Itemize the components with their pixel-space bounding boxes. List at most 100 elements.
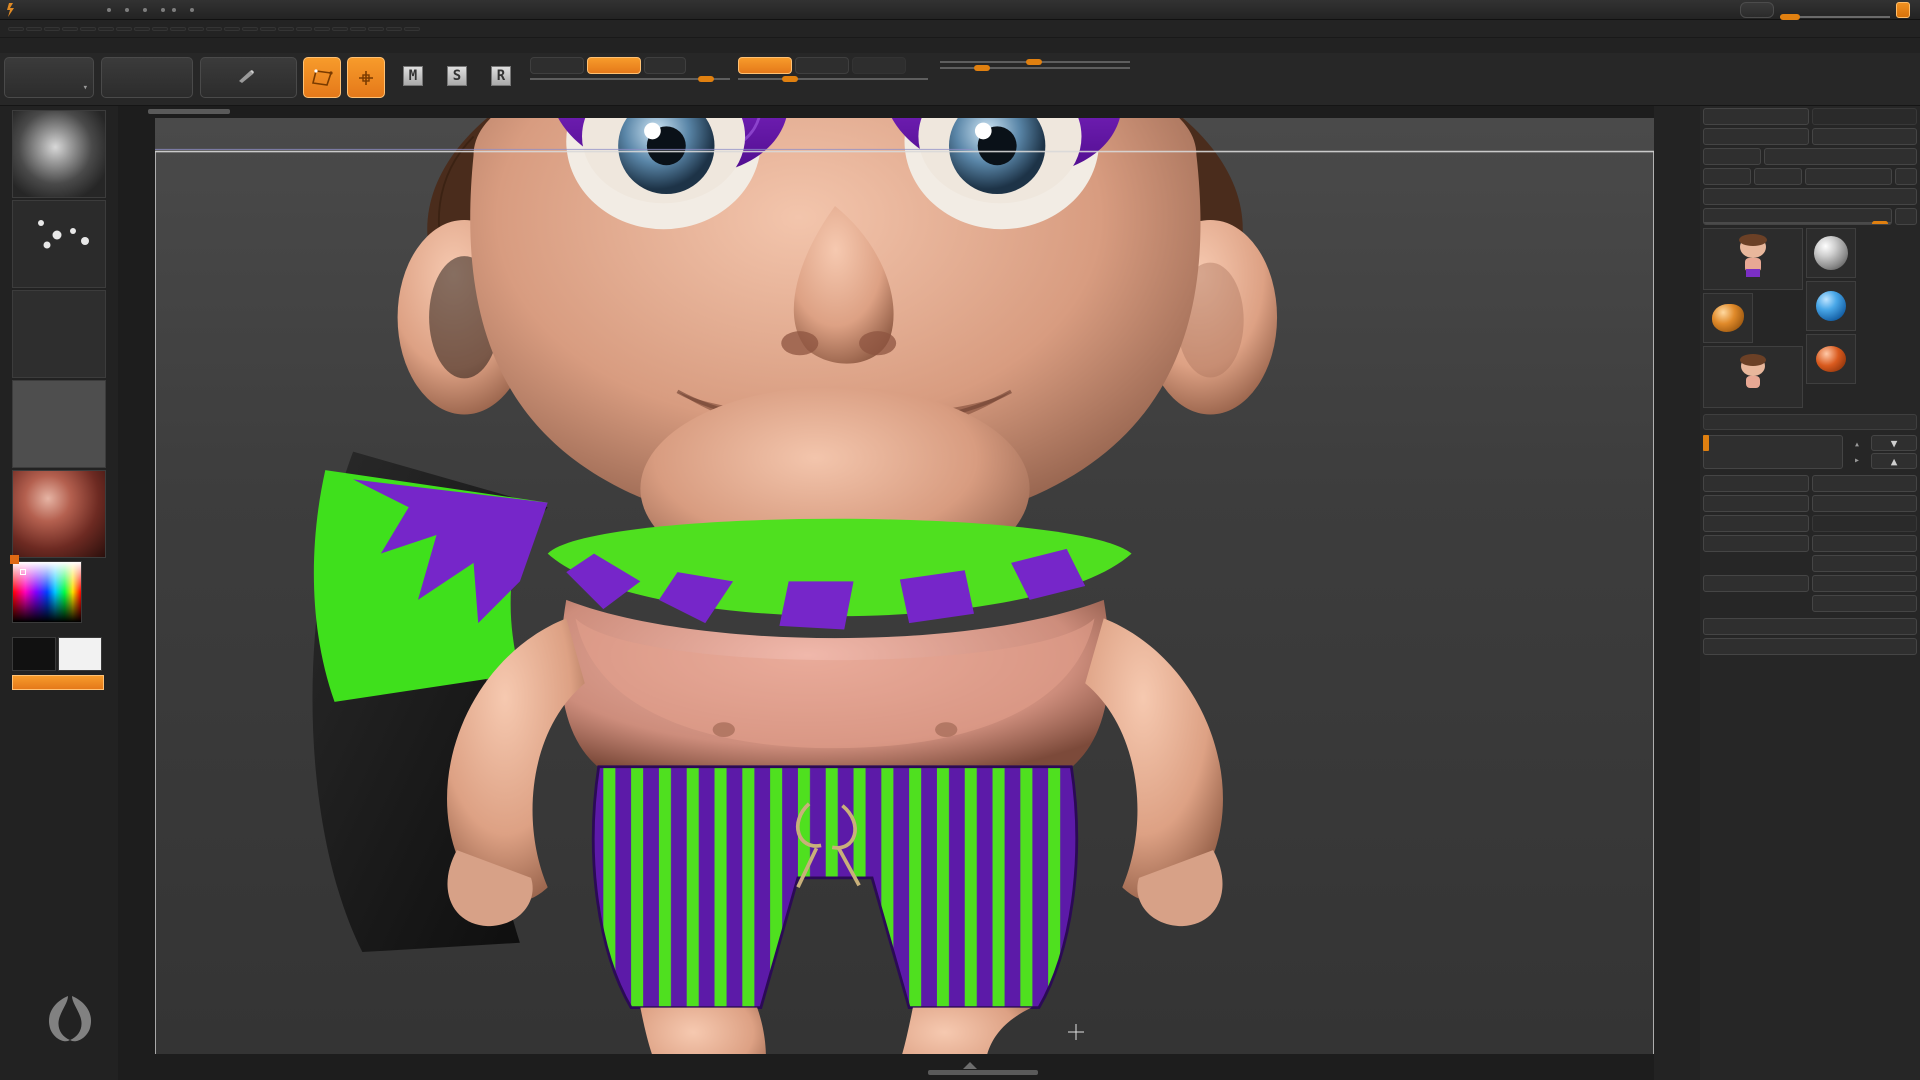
- quick-sketch-button[interactable]: [200, 57, 297, 98]
- z-intensity-knob[interactable]: [782, 76, 798, 82]
- arrow-right-small-icon[interactable]: ▸: [1846, 453, 1868, 467]
- paste-subtool-button[interactable]: [1811, 515, 1917, 532]
- document-canvas[interactable]: [155, 118, 1654, 1054]
- quicksave-button[interactable]: [1740, 2, 1774, 18]
- current-tool-track[interactable]: [1704, 222, 1891, 224]
- menu-item-material[interactable]: [206, 26, 222, 31]
- focal-shift-slider[interactable]: [940, 59, 1130, 65]
- list-all-button[interactable]: [1703, 435, 1843, 469]
- append-button[interactable]: [1811, 535, 1917, 552]
- paste-tool-button[interactable]: [1811, 108, 1917, 125]
- menu-item-document[interactable]: [62, 26, 78, 31]
- color-picker-gradient[interactable]: [12, 561, 82, 623]
- texture-swatch[interactable]: [12, 380, 106, 468]
- draw-size-knob[interactable]: [974, 65, 990, 71]
- alpha-swatch[interactable]: [12, 290, 106, 378]
- draw-size-slider[interactable]: [940, 65, 1130, 71]
- color-picker-selector[interactable]: [20, 569, 26, 575]
- menu-item-brush[interactable]: [26, 26, 42, 31]
- color-picker[interactable]: [10, 555, 82, 633]
- copy-tool-button[interactable]: [1703, 108, 1809, 125]
- split-button[interactable]: [1703, 618, 1917, 635]
- tool-thumb-spherebrush[interactable]: [1806, 228, 1856, 278]
- draw-mode-button[interactable]: [347, 57, 385, 98]
- z-intensity-slider[interactable]: [738, 76, 928, 82]
- current-tool-slider[interactable]: [1703, 208, 1892, 225]
- move-down-button[interactable]: ▼: [1871, 435, 1917, 451]
- menu-item-transform[interactable]: [368, 26, 384, 31]
- rotate-mode-button[interactable]: R: [478, 57, 518, 98]
- see-through-track[interactable]: [1780, 14, 1890, 20]
- del-all-button[interactable]: [1811, 595, 1917, 612]
- menu-item-picker[interactable]: [242, 26, 258, 31]
- menus-button[interactable]: [1896, 2, 1910, 18]
- current-tool-r-button[interactable]: [1895, 208, 1917, 225]
- tool-thumb-super-hero-posing-2[interactable]: [1703, 346, 1803, 408]
- menu-item-layer[interactable]: [134, 26, 150, 31]
- alternate-button[interactable]: [12, 675, 104, 690]
- all-low-button[interactable]: [1703, 495, 1809, 512]
- menu-item-render[interactable]: [278, 26, 294, 31]
- edit-mode-button[interactable]: [303, 57, 341, 98]
- canvas-bottom-scrollbar[interactable]: [928, 1070, 1038, 1075]
- duplicate-button[interactable]: [1703, 535, 1809, 552]
- menu-item-edit[interactable]: [98, 26, 114, 31]
- projection-master-button[interactable]: ▾: [4, 57, 94, 98]
- menu-item-texture[interactable]: [332, 26, 348, 31]
- switch-color-swatches[interactable]: [12, 637, 118, 671]
- arrow-up-small-icon[interactable]: ▴: [1846, 437, 1868, 451]
- m-button[interactable]: [644, 57, 686, 74]
- focal-shift-knob[interactable]: [1026, 59, 1042, 65]
- menu-item-draw[interactable]: [80, 26, 96, 31]
- menu-item-zscript[interactable]: [404, 26, 420, 31]
- all-button[interactable]: [1754, 168, 1802, 185]
- menu-item-movie[interactable]: [224, 26, 240, 31]
- menu-item-stroke[interactable]: [314, 26, 330, 31]
- menu-item-stencil[interactable]: [296, 26, 312, 31]
- copy-subtool-button[interactable]: [1703, 515, 1809, 532]
- menu-item-color[interactable]: [44, 26, 60, 31]
- make-polymesh3d-button[interactable]: [1764, 148, 1917, 165]
- visible-button[interactable]: [1805, 168, 1892, 185]
- color-picker-corner-swatch[interactable]: [10, 555, 19, 564]
- import-button[interactable]: [1703, 128, 1809, 145]
- lightbox-button[interactable]: [101, 57, 193, 98]
- autoreorder-button[interactable]: [1811, 475, 1917, 492]
- rgb-button[interactable]: [587, 57, 641, 74]
- brush-swatch[interactable]: [12, 110, 106, 198]
- move-up-button[interactable]: ▲: [1871, 453, 1917, 469]
- canvas-area[interactable]: [118, 106, 1654, 1080]
- menu-item-zplugin[interactable]: [386, 26, 402, 31]
- zsub-button[interactable]: [795, 57, 849, 74]
- rename-button[interactable]: [1703, 475, 1809, 492]
- see-through-slider[interactable]: [1780, 0, 1890, 20]
- menu-item-file[interactable]: [116, 26, 132, 31]
- secondary-color-swatch[interactable]: [58, 637, 102, 671]
- all-high-button[interactable]: [1811, 495, 1917, 512]
- zadd-button[interactable]: [738, 57, 792, 74]
- insert-button[interactable]: [1811, 555, 1917, 572]
- delete-button[interactable]: [1703, 575, 1809, 592]
- rgb-intensity-slider[interactable]: [530, 76, 730, 82]
- tool-thumb-eraserbrush[interactable]: [1806, 334, 1856, 384]
- tool-thumb-super-hero-posing[interactable]: [1703, 228, 1803, 290]
- stroke-swatch[interactable]: [12, 200, 106, 288]
- scale-mode-button[interactable]: S: [434, 57, 474, 98]
- menu-item-tool[interactable]: [350, 26, 366, 31]
- menu-item-alpha[interactable]: [8, 26, 24, 31]
- lightbox-tools-button[interactable]: [1703, 188, 1917, 205]
- menu-item-light[interactable]: [152, 26, 168, 31]
- rgb-intensity-knob[interactable]: [698, 76, 714, 82]
- see-through-knob[interactable]: [1780, 14, 1800, 20]
- export-button[interactable]: [1811, 128, 1917, 145]
- current-tool-knob[interactable]: [1872, 221, 1888, 224]
- goz-button[interactable]: [1703, 168, 1751, 185]
- primary-color-swatch[interactable]: [12, 637, 56, 671]
- canvas-top-scroll-strip[interactable]: [118, 106, 1654, 118]
- move-mode-button[interactable]: M: [390, 57, 430, 98]
- goz-r-button[interactable]: [1895, 168, 1917, 185]
- clone-button[interactable]: [1703, 148, 1761, 165]
- subtool-scroll-indicator[interactable]: [1703, 435, 1709, 451]
- tool-thumb-alphabrush[interactable]: [1806, 281, 1856, 331]
- material-swatch[interactable]: [12, 470, 106, 558]
